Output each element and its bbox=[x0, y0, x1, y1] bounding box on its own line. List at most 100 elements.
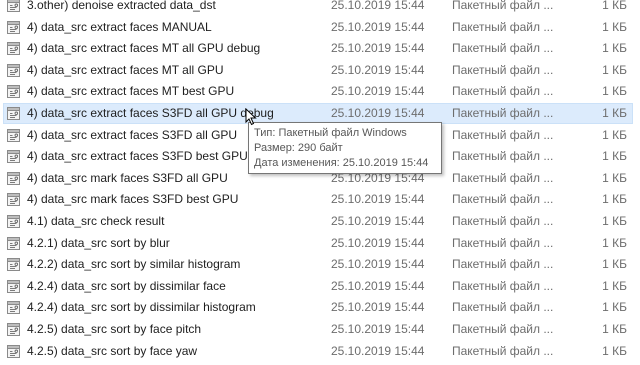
file-date-modified: 25.10.2019 15:44 bbox=[331, 300, 425, 315]
batch-file-icon bbox=[7, 323, 20, 336]
file-name: 4.2.5) data_src sort by face pitch bbox=[27, 322, 202, 336]
file-size: 1 КБ bbox=[602, 106, 627, 120]
file-row[interactable]: 4.2.4) data_src sort by dissimilar histo… bbox=[0, 297, 640, 319]
file-type: Пакетный файл ... bbox=[452, 343, 554, 358]
batch-file-icon bbox=[7, 150, 20, 164]
batch-file-icon bbox=[7, 236, 20, 250]
file-size: 1 КБ bbox=[602, 278, 627, 293]
file-type: Пакетный файл ... bbox=[452, 257, 554, 272]
file-type: Пакетный файл ... bbox=[452, 62, 554, 77]
file-row[interactable]: 4) data_src extract faces MT best GPU 25.… bbox=[0, 81, 640, 103]
file-name: 4) data_src mark faces S3FD best GPU bbox=[27, 192, 239, 207]
file-date-modified: 25.10.2019 15:44 bbox=[331, 257, 425, 272]
batch-file-icon bbox=[7, 128, 20, 142]
file-name: 4.1) data_src check result bbox=[27, 214, 165, 228]
file-type: Пакетный файл ... bbox=[452, 278, 554, 293]
file-size: 1 КБ bbox=[602, 149, 627, 164]
file-size: 1 КБ bbox=[602, 235, 627, 250]
batch-file-icon bbox=[7, 301, 20, 315]
file-size: 1 КБ bbox=[602, 170, 627, 185]
file-name: 4) data_src extract faces MT all GPU deb… bbox=[27, 41, 261, 56]
file-size: 1 КБ bbox=[602, 19, 627, 34]
file-type: Пакетный файл ... bbox=[452, 149, 554, 164]
file-info-tooltip: Тип: Пакетный файл Windows Размер: 290 б… bbox=[248, 122, 442, 174]
file-type: Пакетный файл ... bbox=[452, 214, 554, 228]
file-row[interactable]: 4) data_src mark faces S3FD best GPU 25.1… bbox=[0, 189, 640, 211]
mouse-pointer-icon bbox=[245, 108, 257, 126]
batch-file-icon bbox=[7, 193, 20, 207]
tooltip-type-line: Тип: Пакетный файл Windows bbox=[254, 127, 407, 139]
batch-file-icon bbox=[7, 279, 20, 293]
batch-file-icon bbox=[7, 42, 20, 56]
file-date-modified: 25.10.2019 15:44 bbox=[331, 62, 425, 77]
file-type: Пакетный файл ... bbox=[452, 127, 554, 142]
batch-file-icon bbox=[7, 171, 20, 185]
file-name: 4.2.4) data_src sort by dissimilar face bbox=[27, 278, 226, 293]
file-row[interactable]: 4.2.5) data_src sort by face pitch 25.10.… bbox=[0, 319, 640, 341]
file-name: 4.2.1) data_src sort by blur bbox=[27, 235, 170, 250]
file-date-modified: 25.10.2019 15:44 bbox=[331, 343, 425, 358]
file-row[interactable]: 4.2.2) data_src sort by similar histogra… bbox=[0, 254, 640, 276]
file-name: 3.other) denoise extracted data_dst bbox=[27, 0, 216, 12]
batch-file-icon bbox=[7, 20, 20, 34]
file-name: 4) data_src extract faces S3FD best GPU bbox=[27, 149, 248, 164]
file-type: Пакетный файл ... bbox=[452, 106, 554, 120]
file-size: 1 КБ bbox=[602, 343, 627, 358]
file-type: Пакетный файл ... bbox=[452, 235, 554, 250]
file-date-modified: 25.10.2019 15:44 bbox=[331, 41, 425, 56]
tooltip-size-line: Размер: 290 байт bbox=[254, 142, 343, 154]
batch-file-icon bbox=[7, 215, 20, 228]
batch-file-icon bbox=[7, 344, 20, 358]
file-name: 4) data_src extract faces S3FD all GPU bbox=[27, 127, 238, 142]
file-date-modified: 25.10.2019 15:44 bbox=[331, 214, 425, 228]
file-list: 3.other) denoise extracted data_dst 25.10… bbox=[0, 0, 640, 365]
file-size: 1 КБ bbox=[602, 84, 627, 99]
file-date-modified: 25.10.2019 15:44 bbox=[331, 192, 425, 207]
file-type: Пакетный файл ... bbox=[452, 19, 554, 34]
file-size: 1 КБ bbox=[602, 62, 627, 77]
file-type: Пакетный файл ... bbox=[452, 300, 554, 315]
file-type: Пакетный файл ... bbox=[452, 84, 554, 99]
file-size: 1 КБ bbox=[602, 257, 627, 272]
file-row[interactable]: 4.2.4) data_src sort by dissimilar face 2… bbox=[0, 276, 640, 298]
batch-file-icon bbox=[7, 107, 20, 120]
file-size: 1 КБ bbox=[602, 214, 627, 228]
file-size: 1 КБ bbox=[602, 300, 627, 315]
file-type: Пакетный файл ... bbox=[452, 170, 554, 185]
file-date-modified: 25.10.2019 15:44 bbox=[331, 322, 425, 336]
file-row[interactable]: 4) data_src extract faces MT all GPU 25.1… bbox=[0, 60, 640, 82]
file-type: Пакетный файл ... bbox=[452, 41, 554, 56]
tooltip-modified-line: Дата изменения: 25.10.2019 15:44 bbox=[254, 157, 429, 169]
file-date-modified: 25.10.2019 15:44 bbox=[331, 0, 425, 12]
file-type: Пакетный файл ... bbox=[452, 0, 554, 12]
batch-file-icon bbox=[7, 63, 20, 77]
file-name: 4) data_src extract faces MANUAL bbox=[27, 19, 212, 34]
file-row[interactable]: 4.1) data_src check result 25.10.2019 15:… bbox=[0, 211, 640, 233]
file-size: 1 КБ bbox=[602, 0, 627, 12]
file-name: 4.2.5) data_src sort by face yaw bbox=[27, 343, 198, 358]
file-size: 1 КБ bbox=[602, 127, 627, 142]
file-date-modified: 25.10.2019 15:44 bbox=[331, 278, 425, 293]
file-row[interactable]: 4) data_src extract faces MANUAL 25.10.20… bbox=[0, 17, 640, 39]
file-type: Пакетный файл ... bbox=[452, 192, 554, 207]
file-row[interactable]: 4) data_src extract faces MT all GPU deb… bbox=[0, 38, 640, 60]
file-name: 4) data_src mark faces S3FD all GPU bbox=[27, 170, 228, 185]
file-name: 4) data_src extract faces S3FD all GPU d… bbox=[27, 106, 274, 120]
file-row[interactable]: 4.2.5) data_src sort by face yaw 25.10.20… bbox=[0, 341, 640, 363]
file-date-modified: 25.10.2019 15:44 bbox=[331, 19, 425, 34]
file-name: 4) data_src extract faces MT all GPU bbox=[27, 62, 224, 77]
file-date-modified: 25.10.2019 15:44 bbox=[331, 84, 425, 99]
file-type: Пакетный файл ... bbox=[452, 322, 554, 336]
file-date-modified: 25.10.2019 15:44 bbox=[331, 106, 425, 120]
batch-file-icon bbox=[7, 0, 20, 12]
file-name: 4.2.2) data_src sort by similar histogra… bbox=[27, 257, 241, 272]
file-row[interactable]: 4.2.1) data_src sort by blur 25.10.2019 1… bbox=[0, 233, 640, 255]
batch-file-icon bbox=[7, 258, 20, 272]
file-name: 4.2.4) data_src sort by dissimilar histo… bbox=[27, 300, 256, 315]
batch-file-icon bbox=[7, 85, 20, 99]
file-date-modified: 25.10.2019 15:44 bbox=[331, 235, 425, 250]
file-row[interactable]: 3.other) denoise extracted data_dst 25.10… bbox=[0, 0, 640, 17]
file-size: 1 КБ bbox=[602, 41, 627, 56]
file-size: 1 КБ bbox=[602, 192, 627, 207]
file-size: 1 КБ bbox=[602, 322, 627, 336]
